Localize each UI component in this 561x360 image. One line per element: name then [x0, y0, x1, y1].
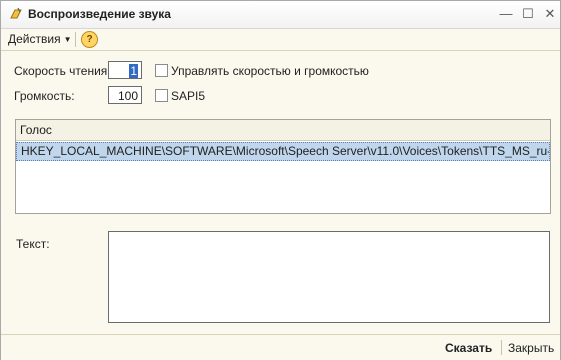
volume-label: Громкость:	[14, 89, 75, 103]
volume-value: 100	[117, 89, 138, 103]
speed-label: Скорость чтения:	[14, 64, 111, 78]
say-button[interactable]: Сказать	[445, 341, 492, 355]
chevron-down-icon: ▼	[63, 35, 72, 44]
manage-speed-label: Управлять скоростью и громкостью	[171, 64, 369, 78]
footer-divider	[501, 340, 502, 355]
close-button[interactable]: Закрыть	[508, 341, 554, 355]
close-icon[interactable]: ✕	[541, 5, 559, 23]
window-title: Воспроизведение звука	[28, 7, 171, 21]
dialog-window: Воспроизведение звука — ☐ ✕ Действия ▼ ? …	[0, 0, 561, 360]
speed-input[interactable]: 1	[108, 61, 142, 79]
speed-value: 1	[129, 64, 138, 78]
toolbar: Действия ▼ ?	[1, 29, 560, 51]
table-row[interactable]: HKEY_LOCAL_MACHINE\SOFTWARE\Microsoft\Sp…	[16, 142, 550, 161]
manage-speed-checkbox[interactable]	[155, 64, 168, 77]
minimize-icon[interactable]: —	[497, 5, 515, 23]
voice-column-header[interactable]: Голос	[16, 120, 550, 141]
sapi5-checkbox[interactable]	[155, 89, 168, 102]
text-input[interactable]	[108, 231, 550, 323]
voice-table[interactable]: Голос HKEY_LOCAL_MACHINE\SOFTWARE\Micros…	[15, 119, 551, 214]
title-bar[interactable]: Воспроизведение звука — ☐ ✕	[1, 1, 560, 29]
text-label: Текст:	[16, 237, 50, 251]
sapi5-label: SAPI5	[171, 89, 206, 103]
actions-menu-label: Действия	[8, 32, 61, 46]
app-icon	[9, 7, 23, 21]
help-icon[interactable]: ?	[81, 31, 98, 48]
footer-bar: Сказать Закрыть	[1, 334, 560, 360]
toolbar-divider	[75, 32, 76, 47]
volume-input[interactable]: 100	[108, 86, 142, 104]
actions-menu[interactable]: Действия ▼	[8, 32, 72, 46]
maximize-icon[interactable]: ☐	[519, 5, 537, 23]
